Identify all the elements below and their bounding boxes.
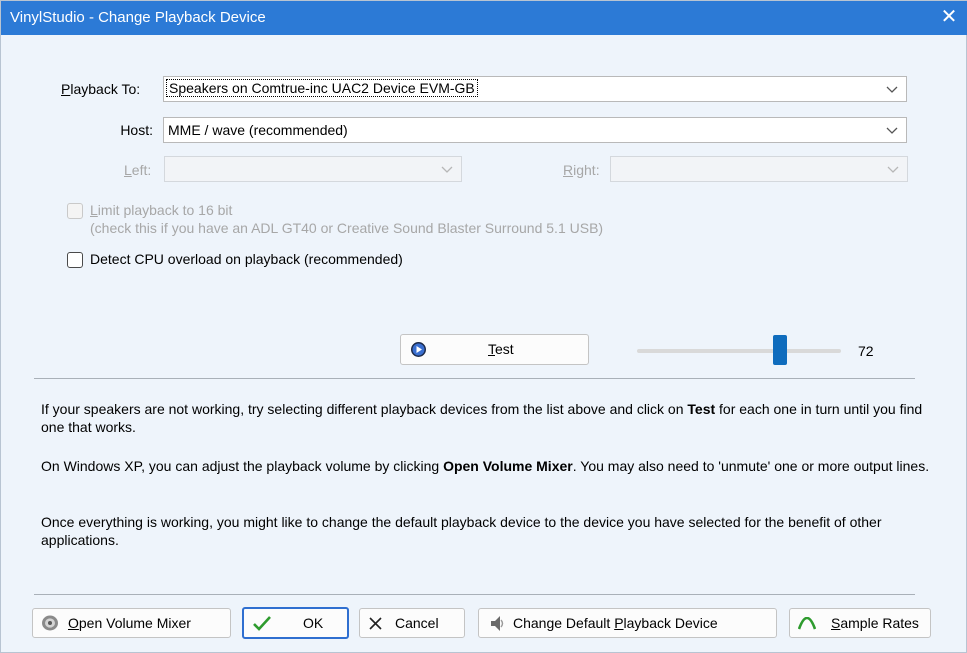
dialog-window: VinylStudio - Change Playback Device ✕ P… — [0, 0, 967, 653]
x-icon — [369, 617, 382, 630]
test-button-label: Test — [488, 341, 514, 357]
cpu-overload-label: Detect CPU overload on playback (recomme… — [90, 251, 403, 267]
open-volume-mixer-button[interactable]: Open Volume Mixer — [32, 608, 231, 638]
chevron-down-icon — [887, 166, 899, 173]
speaker-icon — [42, 615, 58, 631]
wave-arc-icon — [798, 617, 816, 630]
play-circle-icon — [411, 342, 426, 357]
help-paragraph-1: If your speakers are not working, try se… — [41, 401, 923, 435]
cancel-button-label: Cancel — [395, 615, 439, 631]
playback-device-value: Speakers on Comtrue-inc UAC2 Device EVM-… — [166, 79, 478, 97]
chevron-down-icon — [886, 86, 898, 93]
close-button[interactable]: ✕ — [938, 6, 960, 28]
change-default-playback-device-label: Change Default Playback Device — [513, 615, 718, 631]
host-label: Host: — [120, 122, 153, 138]
title-bar[interactable]: VinylStudio - Change Playback Device ✕ — [1, 1, 967, 35]
separator-bottom — [34, 594, 915, 595]
test-button[interactable]: Test — [400, 334, 589, 365]
limit-16bit-hint: (check this if you have an ADL GT40 or C… — [90, 220, 604, 236]
host-value: MME / wave (recommended) — [168, 122, 348, 138]
help-paragraph-2: On Windows XP, you can adjust the playba… — [41, 458, 930, 474]
separator-top — [34, 378, 915, 379]
chevron-down-icon — [441, 166, 453, 173]
volume-slider-track[interactable] — [637, 349, 841, 353]
volume-slider-thumb[interactable] — [773, 335, 787, 365]
change-default-playback-device-button[interactable]: Change Default Playback Device — [478, 608, 777, 638]
ok-button[interactable]: OK — [242, 607, 349, 639]
help-paragraph-3: Once everything is working, you might li… — [41, 514, 882, 548]
playback-to-label: Playback To: — [61, 81, 141, 97]
right-channel-select[interactable] — [610, 156, 908, 182]
window-title: VinylStudio - Change Playback Device — [10, 9, 266, 26]
speaker-cone-icon — [491, 616, 504, 631]
cpu-overload-checkbox[interactable] — [67, 252, 83, 268]
cancel-button[interactable]: Cancel — [359, 608, 465, 638]
ok-button-label: OK — [303, 615, 324, 631]
chevron-down-icon — [886, 127, 898, 134]
right-channel-label: Right: — [563, 162, 600, 178]
sample-rates-button[interactable]: Sample Rates — [789, 608, 931, 638]
left-channel-label: Left: — [124, 162, 152, 178]
host-select[interactable]: MME / wave (recommended) — [163, 117, 907, 143]
limit-16bit-checkbox[interactable] — [67, 203, 83, 219]
sample-rates-label: Sample Rates — [831, 615, 919, 631]
checkmark-icon — [253, 616, 271, 631]
playback-device-select[interactable]: Speakers on Comtrue-inc UAC2 Device EVM-… — [163, 76, 907, 102]
limit-16bit-label: Limit playback to 16 bit — [90, 202, 233, 218]
left-channel-select[interactable] — [164, 156, 462, 182]
open-volume-mixer-label: Open Volume Mixer — [68, 615, 191, 631]
volume-value: 72 — [858, 343, 874, 359]
